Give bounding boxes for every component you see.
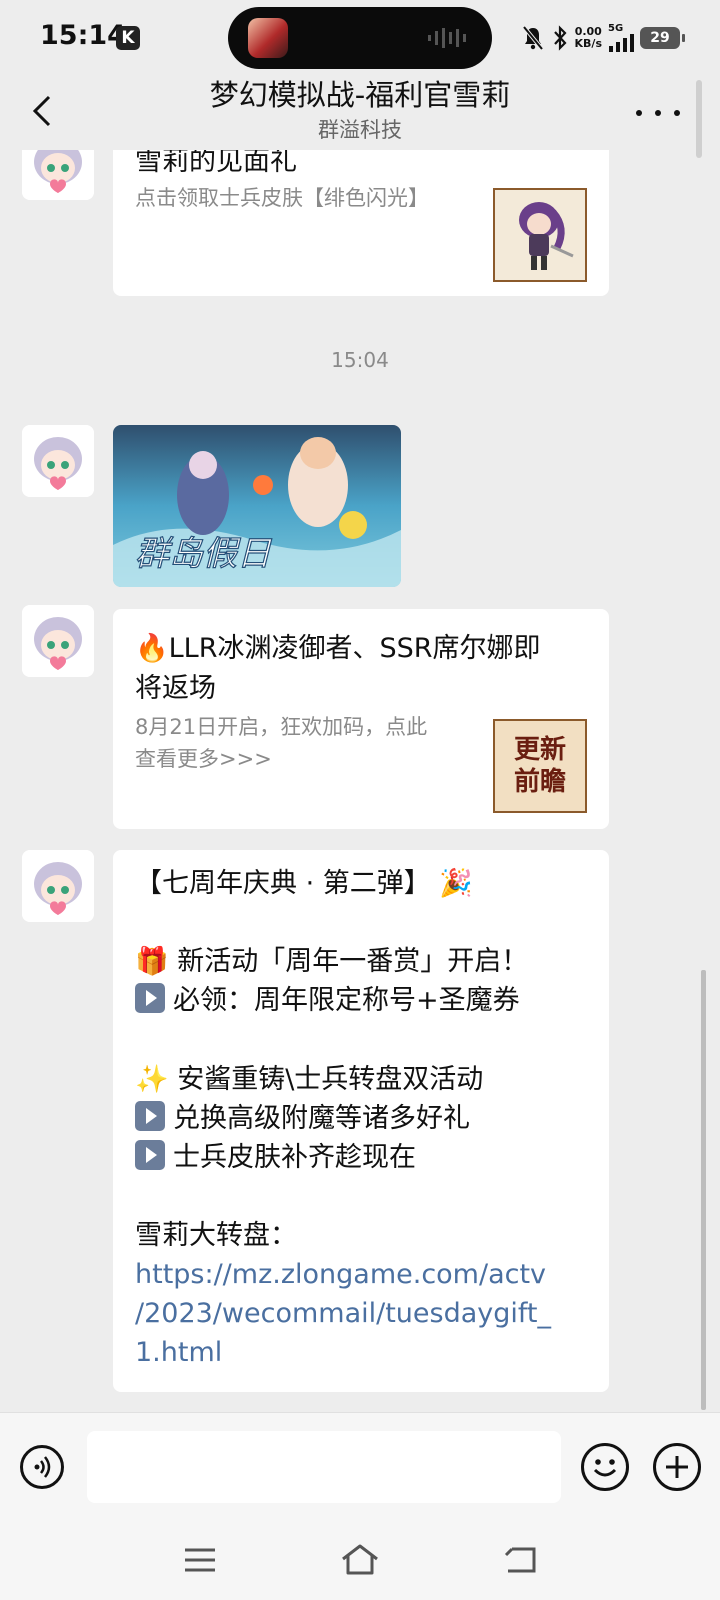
status-bar: 15:14 K 0.00 KB/s 5G 29: [0, 0, 720, 76]
avatar-image: [22, 425, 94, 497]
sender-avatar[interactable]: [22, 150, 94, 200]
avatar-image: [22, 150, 94, 200]
chat-title: 梦幻模拟战-福利官雪莉: [209, 78, 511, 112]
message-link-line[interactable]: 1.html: [135, 1333, 222, 1373]
network-speed: 0.00 KB/s: [575, 26, 602, 50]
signal-icon: [609, 34, 634, 52]
thumb-text-line2: 前瞻: [513, 767, 566, 797]
banner-text: 群岛假日: [135, 534, 272, 574]
app-notification-icon: K: [116, 26, 140, 50]
play-icon: [135, 1101, 165, 1131]
system-nav-bar: [0, 1522, 720, 1600]
message-line-with-play: 兑换高级附魔等诸多好礼: [135, 1099, 470, 1139]
chat-subtitle: 群溢科技: [318, 118, 402, 142]
voice-icon: [34, 1456, 51, 1478]
menu-icon: [185, 1548, 215, 1572]
event-banner-image: 群岛假日: [113, 425, 401, 587]
battery-icon: 29: [640, 27, 685, 49]
message-line: 必领：周年限定称号+圣魔券: [173, 985, 520, 1016]
dot-icon: [636, 110, 642, 116]
mute-bell-icon: [521, 25, 544, 51]
chat-messages[interactable]: 雪莉的见面礼 点击领取士兵皮肤【绯色闪光】 15:04 群岛假日 🔥LLR冰渊凌…: [0, 150, 720, 1412]
card-description-line1: 8月21日开启，狂欢加码，点此: [135, 715, 428, 739]
avatar-image: [22, 605, 94, 677]
network-type: 5G: [608, 23, 624, 34]
input-bar: [0, 1412, 720, 1523]
card-title: 雪莉的见面礼: [135, 150, 297, 177]
audio-wave-icon: [428, 28, 466, 48]
sender-avatar[interactable]: [22, 425, 94, 497]
status-time: 15:14: [40, 20, 126, 51]
sender-avatar[interactable]: [22, 605, 94, 677]
card-description-line2: 查看更多>>>: [135, 747, 272, 771]
card-thumbnail: [493, 188, 587, 282]
scrollbar-thumb[interactable]: [696, 80, 702, 158]
home-icon: [342, 1544, 378, 1575]
return-icon: [504, 1547, 536, 1573]
dot-icon: [655, 110, 661, 116]
card-title-line1: 🔥LLR冰渊凌御者、SSR席尔娜即: [135, 633, 541, 664]
network-speed-unit: KB/s: [574, 37, 602, 50]
card-description: 点击领取士兵皮肤【绯色闪光】: [135, 186, 429, 210]
message-line: 士兵皮肤补齐趁现在: [173, 1142, 416, 1173]
avatar-image: [22, 850, 94, 922]
plus-icon: [666, 1456, 688, 1478]
chat-header: 梦幻模拟战-福利官雪莉 群溢科技: [0, 70, 720, 150]
more-functions-button[interactable]: [653, 1443, 701, 1491]
card-title-line2: 将返场: [135, 673, 216, 704]
chibi-character-image: [519, 202, 574, 270]
sender-avatar[interactable]: [22, 850, 94, 922]
voice-input-button[interactable]: [20, 1445, 64, 1489]
play-icon: [135, 983, 165, 1013]
message-line: 【七周年庆典 · 第二弹】 🎉: [135, 868, 473, 899]
message-line: 🎁 新活动「周年一番赏」开启！: [135, 946, 529, 977]
thumb-text-line1: 更新: [513, 735, 566, 765]
card-thumbnail: 更新 前瞻: [493, 719, 587, 813]
dot-icon: [674, 110, 680, 116]
play-icon: [135, 1140, 165, 1170]
status-icons: 0.00 KB/s 5G 29: [521, 18, 685, 58]
message-timestamp: 15:04: [331, 348, 389, 372]
image-message[interactable]: 群岛假日: [113, 425, 401, 587]
home-button[interactable]: [336, 1536, 384, 1584]
link-card[interactable]: 雪莉的见面礼 点击领取士兵皮肤【绯色闪光】: [113, 150, 609, 296]
message-line-with-play: 必领：周年限定称号+圣魔券: [135, 981, 520, 1021]
signal-group: 5G: [608, 24, 634, 52]
chat-scrollbar[interactable]: [701, 970, 706, 1410]
link-card[interactable]: 🔥LLR冰渊凌御者、SSR席尔娜即 将返场 8月21日开启，狂欢加码，点此 查看…: [113, 609, 609, 829]
message-line: ✨ 安酱重铸\士兵转盘双活动: [135, 1064, 484, 1095]
message-link-line[interactable]: /2023/wecommail/tuesdaygift_: [135, 1294, 551, 1334]
more-options-button[interactable]: [636, 98, 680, 128]
message-line: 兑换高级附魔等诸多好礼: [173, 1103, 470, 1134]
smiley-icon: [593, 1459, 617, 1477]
emoji-button[interactable]: [581, 1443, 629, 1491]
dynamic-island[interactable]: [228, 7, 492, 69]
message-link-line[interactable]: https://mz.zlongame.com/actv: [135, 1255, 546, 1295]
back-nav-button[interactable]: [496, 1536, 544, 1584]
message-line-with-play: 士兵皮肤补齐趁现在: [135, 1138, 416, 1178]
message-line: 雪莉大转盘：: [135, 1220, 297, 1251]
message-input[interactable]: [87, 1431, 561, 1503]
text-message[interactable]: 【七周年庆典 · 第二弹】 🎉 🎁 新活动「周年一番赏」开启！ 必领：周年限定称…: [113, 850, 609, 1392]
media-thumbnail: [248, 18, 288, 58]
menu-button[interactable]: [176, 1536, 224, 1584]
bluetooth-icon: [553, 25, 567, 51]
